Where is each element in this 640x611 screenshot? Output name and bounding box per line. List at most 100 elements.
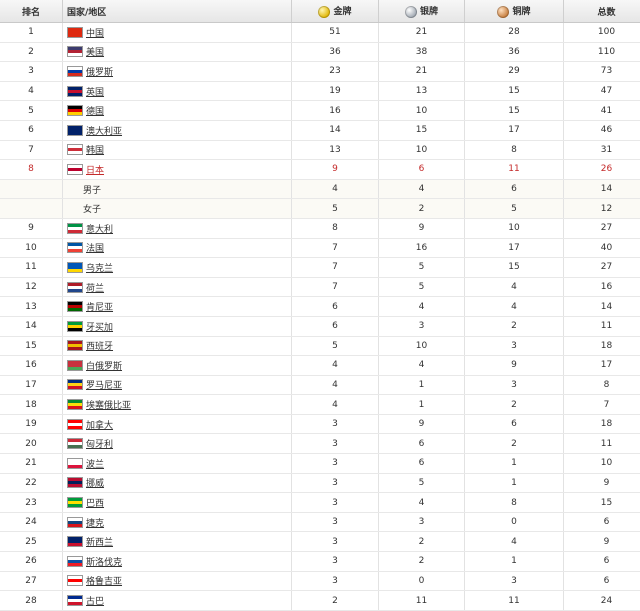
silver-count-cell: 6: [379, 454, 465, 474]
rank-cell: 18: [0, 395, 63, 415]
table-row: 28古巴2111124: [0, 591, 640, 611]
gold-count-cell: 2: [292, 591, 379, 611]
country-cell: 肯尼亚: [63, 297, 292, 317]
rank-cell: 13: [0, 297, 63, 317]
gold-count-cell: 13: [292, 140, 379, 160]
flag-icon: [67, 164, 83, 175]
table-row: 5德国16101541: [0, 101, 640, 121]
country-link[interactable]: 意大利: [86, 225, 113, 235]
flag-icon: [67, 282, 83, 293]
country-link[interactable]: 古巴: [86, 597, 104, 607]
country-link[interactable]: 斯洛伐克: [86, 558, 122, 568]
country-link[interactable]: 加拿大: [86, 421, 113, 431]
bronze-count-cell: 10: [465, 218, 564, 238]
country-link[interactable]: 澳大利亚: [86, 127, 122, 137]
header-bronze[interactable]: 铜牌: [465, 0, 564, 23]
country-link[interactable]: 德国: [86, 107, 104, 117]
rank-cell: 28: [0, 591, 63, 611]
gold-count-cell: 36: [292, 42, 379, 62]
country-link[interactable]: 波兰: [86, 460, 104, 470]
country-link[interactable]: 罗马尼亚: [86, 381, 122, 391]
bronze-count-cell: 1: [465, 473, 564, 493]
country-link[interactable]: 白俄罗斯: [86, 362, 122, 372]
flag-icon: [67, 86, 83, 97]
country-link[interactable]: 英国: [86, 88, 104, 98]
silver-count-cell: 4: [379, 356, 465, 376]
country-link[interactable]: 匈牙利: [86, 440, 113, 450]
country-cell: 斯洛伐克: [63, 552, 292, 572]
country-link[interactable]: 西班牙: [86, 342, 113, 352]
silver-count-cell: 21: [379, 23, 465, 43]
table-row: 1中国512128100: [0, 23, 640, 43]
country-cell: 罗马尼亚: [63, 375, 292, 395]
gold-medal-icon: [318, 6, 330, 18]
rank-cell: 5: [0, 101, 63, 121]
country-link[interactable]: 俄罗斯: [86, 68, 113, 78]
flag-icon: [67, 301, 83, 312]
country-link[interactable]: 埃塞俄比亚: [86, 401, 131, 411]
country-link[interactable]: 挪威: [86, 479, 104, 489]
country-link[interactable]: 韩国: [86, 146, 104, 156]
silver-count-cell: 2: [379, 532, 465, 552]
country-link[interactable]: 新西兰: [86, 538, 113, 548]
total-count-cell: 16: [564, 277, 640, 297]
table-row: 26斯洛伐克3216: [0, 552, 640, 572]
country-cell: 牙买加: [63, 316, 292, 336]
table-row: 24捷克3306: [0, 512, 640, 532]
header-rank[interactable]: 排名: [0, 0, 63, 23]
country-link[interactable]: 牙买加: [86, 323, 113, 333]
total-count-cell: 18: [564, 414, 640, 434]
gold-count-cell: 3: [292, 414, 379, 434]
rank-cell: 8: [0, 160, 63, 180]
header-gold[interactable]: 金牌: [292, 0, 379, 23]
total-count-cell: 17: [564, 356, 640, 376]
country-link[interactable]: 乌克兰: [86, 264, 113, 274]
rank-cell: 6: [0, 120, 63, 140]
header-total[interactable]: 总数: [564, 0, 640, 23]
country-cell: 俄罗斯: [63, 62, 292, 82]
total-count-cell: 110: [564, 42, 640, 62]
silver-count-cell: 2: [379, 552, 465, 572]
country-link[interactable]: 荷兰: [86, 284, 104, 294]
country-link[interactable]: 肯尼亚: [86, 303, 113, 313]
rank-cell: 9: [0, 218, 63, 238]
gold-count-cell: 3: [292, 493, 379, 513]
rank-cell: 2: [0, 42, 63, 62]
bronze-count-cell: 8: [465, 493, 564, 513]
flag-icon: [67, 477, 83, 488]
country-cell: 巴西: [63, 493, 292, 513]
country-cell: 德国: [63, 101, 292, 121]
country-link[interactable]: 美国: [86, 48, 104, 58]
silver-count-cell: 1: [379, 375, 465, 395]
total-count-cell: 41: [564, 101, 640, 121]
flag-icon: [67, 46, 83, 57]
table-row: 22挪威3519: [0, 473, 640, 493]
country-link[interactable]: 巴西: [86, 499, 104, 509]
country-link[interactable]: 中国: [86, 29, 104, 39]
flag-icon: [67, 399, 83, 410]
total-count-cell: 10: [564, 454, 640, 474]
gold-count-cell: 7: [292, 258, 379, 278]
header-silver[interactable]: 银牌: [379, 0, 465, 23]
bronze-count-cell: 3: [465, 336, 564, 356]
silver-count-cell: 1: [379, 395, 465, 415]
header-country[interactable]: 国家/地区: [63, 0, 292, 23]
country-link[interactable]: 格鲁吉亚: [86, 577, 122, 587]
bronze-count-cell: 2: [465, 434, 564, 454]
total-count-cell: 100: [564, 23, 640, 43]
flag-icon: [67, 27, 83, 38]
country-cell: 埃塞俄比亚: [63, 395, 292, 415]
country-link[interactable]: 法国: [86, 244, 104, 254]
bronze-medal-icon: [497, 6, 509, 18]
country-cell: 男子: [63, 179, 292, 199]
gold-count-cell: 23: [292, 62, 379, 82]
country-cell: 西班牙: [63, 336, 292, 356]
gold-count-cell: 3: [292, 454, 379, 474]
country-link[interactable]: 捷克: [86, 519, 104, 529]
header-bronze-label: 铜牌: [512, 7, 530, 17]
country-link[interactable]: 日本: [86, 166, 104, 176]
gold-count-cell: 4: [292, 356, 379, 376]
gold-count-cell: 19: [292, 81, 379, 101]
total-count-cell: 26: [564, 160, 640, 180]
table-row: 11乌克兰751527: [0, 258, 640, 278]
